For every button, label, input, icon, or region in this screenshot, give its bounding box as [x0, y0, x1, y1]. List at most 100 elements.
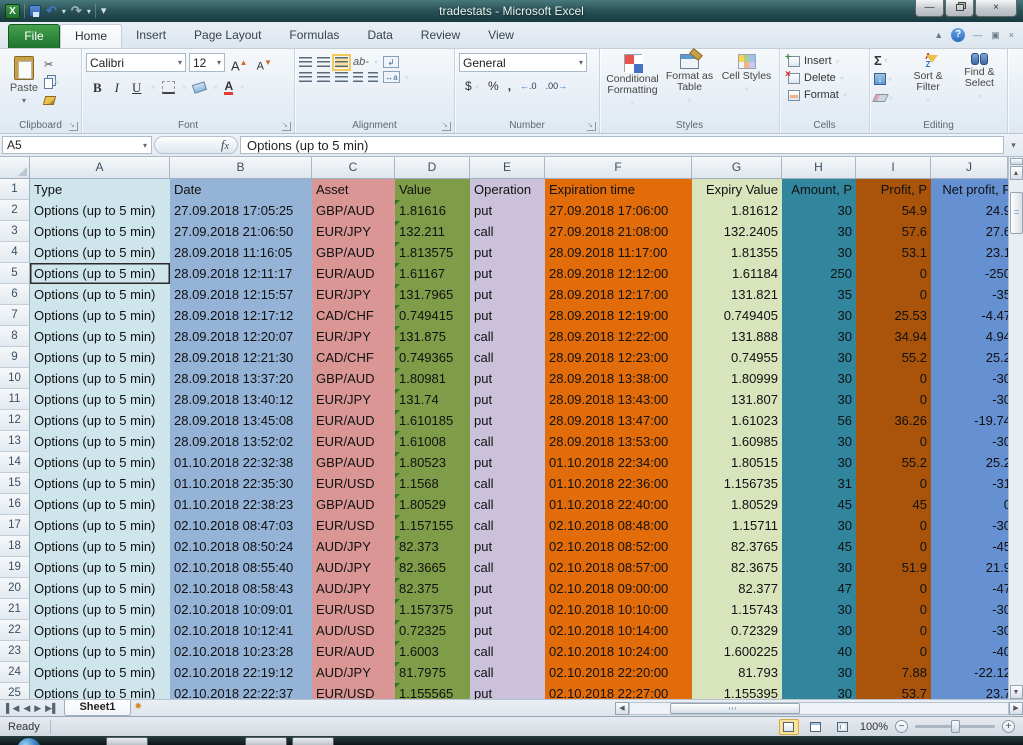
cell-I22[interactable]: 0	[856, 620, 931, 641]
cell-E16[interactable]: call	[470, 494, 545, 515]
cell-E19[interactable]: call	[470, 557, 545, 578]
first-sheet-icon[interactable]: ▌◀	[6, 703, 19, 714]
merge-center-icon[interactable]: ↔a	[383, 71, 400, 83]
cell-E10[interactable]: put	[470, 368, 545, 389]
cell-H10[interactable]: 30	[782, 368, 856, 389]
format-painter-button[interactable]	[42, 93, 59, 107]
accounting-format-button[interactable]: $ ▾	[465, 79, 479, 93]
tab-file[interactable]: File	[8, 24, 60, 48]
cell-D22[interactable]: 0.72325	[395, 620, 470, 641]
cell-J2[interactable]: 24.9	[931, 200, 1008, 221]
cell-E25[interactable]: put	[470, 683, 545, 699]
cell-F24[interactable]: 02.10.2018 22:20:00	[545, 662, 692, 683]
cell-H7[interactable]: 30	[782, 305, 856, 326]
cell-E15[interactable]: call	[470, 473, 545, 494]
font-dialog-launcher[interactable]: ↘	[282, 122, 291, 131]
cell-G9[interactable]: 0.74955	[692, 347, 782, 368]
cell-J12[interactable]: -19.74	[931, 410, 1008, 431]
cell-E24[interactable]: call	[470, 662, 545, 683]
cell-E12[interactable]: put	[470, 410, 545, 431]
fill-color-dropdown-icon[interactable]: ▾	[213, 83, 217, 92]
row-header-20[interactable]: 20	[0, 578, 30, 599]
cell-E1[interactable]: Operation	[470, 179, 545, 200]
cell-A25[interactable]: Options (up to 5 min)	[30, 683, 170, 699]
cell-F21[interactable]: 02.10.2018 10:10:00	[545, 599, 692, 620]
cell-A16[interactable]: Options (up to 5 min)	[30, 494, 170, 515]
cell-C20[interactable]: AUD/JPY	[312, 578, 395, 599]
cell-H24[interactable]: 30	[782, 662, 856, 683]
cell-G20[interactable]: 82.377	[692, 578, 782, 599]
row-header-14[interactable]: 14	[0, 452, 30, 473]
cell-F19[interactable]: 02.10.2018 08:57:00	[545, 557, 692, 578]
cell-G4[interactable]: 1.81355	[692, 242, 782, 263]
workbook-restore-icon[interactable]: ▣	[991, 30, 1001, 41]
row-header-12[interactable]: 12	[0, 410, 30, 431]
previous-sheet-icon[interactable]: ◀	[23, 703, 30, 714]
row-header-18[interactable]: 18	[0, 536, 30, 557]
format-cells-button[interactable]: Format ▾	[788, 89, 865, 101]
format-as-table-button[interactable]: Format as Table ▾	[661, 54, 718, 117]
cell-G17[interactable]: 1.15711	[692, 515, 782, 536]
cell-B3[interactable]: 27.09.2018 21:06:50	[170, 221, 312, 242]
vertical-scrollbar[interactable]: ▲ ▼	[1008, 157, 1023, 699]
cell-G8[interactable]: 131.888	[692, 326, 782, 347]
cell-G25[interactable]: 1.155395	[692, 683, 782, 699]
comma-style-button[interactable]: ,	[508, 79, 511, 93]
wrap-text-icon[interactable]: ↲	[382, 56, 399, 68]
cell-I15[interactable]: 0	[856, 473, 931, 494]
cell-F7[interactable]: 28.09.2018 12:19:00	[545, 305, 692, 326]
cell-J19[interactable]: 21.9	[931, 557, 1008, 578]
row-header-5[interactable]: 5	[0, 263, 30, 284]
cell-A10[interactable]: Options (up to 5 min)	[30, 368, 170, 389]
cell-C3[interactable]: EUR/JPY	[312, 221, 395, 242]
cell-B1[interactable]: Date	[170, 179, 312, 200]
row-header-1[interactable]: 1	[0, 179, 30, 200]
cell-F4[interactable]: 28.09.2018 11:17:00	[545, 242, 692, 263]
shrink-font-button[interactable]: A▼	[254, 53, 275, 73]
name-box[interactable]: A5 ▾	[2, 136, 152, 154]
cell-F25[interactable]: 02.10.2018 22:27:00	[545, 683, 692, 699]
column-header-A[interactable]: A	[30, 157, 170, 178]
cell-C12[interactable]: EUR/AUD	[312, 410, 395, 431]
clipboard-dialog-launcher[interactable]: ↘	[69, 122, 78, 131]
borders-dropdown-icon[interactable]: ▾	[182, 83, 186, 92]
help-icon[interactable]: ?	[951, 28, 966, 42]
cell-A3[interactable]: Options (up to 5 min)	[30, 221, 170, 242]
cell-F16[interactable]: 01.10.2018 22:40:00	[545, 494, 692, 515]
cell-F22[interactable]: 02.10.2018 10:14:00	[545, 620, 692, 641]
cell-J14[interactable]: 25.2	[931, 452, 1008, 473]
cell-C19[interactable]: AUD/JPY	[312, 557, 395, 578]
cell-G15[interactable]: 1.156735	[692, 473, 782, 494]
cell-I7[interactable]: 25.53	[856, 305, 931, 326]
cell-I24[interactable]: 7.88	[856, 662, 931, 683]
borders-icon[interactable]	[162, 81, 176, 94]
merge-dropdown-icon[interactable]: ▾	[405, 73, 409, 82]
sort-filter-button[interactable]: AZ Sort & Filter ▾	[904, 53, 951, 117]
cell-A20[interactable]: Options (up to 5 min)	[30, 578, 170, 599]
autosum-button[interactable]: Σ ▾	[874, 53, 900, 68]
scroll-left-icon[interactable]: ◀	[615, 701, 629, 715]
row-header-13[interactable]: 13	[0, 431, 30, 452]
cell-G7[interactable]: 0.749405	[692, 305, 782, 326]
tab-page-layout[interactable]: Page Layout	[180, 24, 275, 48]
cell-G19[interactable]: 82.3675	[692, 557, 782, 578]
find-select-button[interactable]: Find & Select ▾	[956, 53, 1003, 117]
insert-worksheet-button[interactable]	[131, 700, 151, 716]
taskbar-window-button[interactable]	[292, 737, 334, 745]
row-header-17[interactable]: 17	[0, 515, 30, 536]
cell-B4[interactable]: 28.09.2018 11:16:05	[170, 242, 312, 263]
cell-I5[interactable]: 0	[856, 263, 931, 284]
cell-E11[interactable]: put	[470, 389, 545, 410]
cell-F17[interactable]: 02.10.2018 08:48:00	[545, 515, 692, 536]
cell-A11[interactable]: Options (up to 5 min)	[30, 389, 170, 410]
cell-I21[interactable]: 0	[856, 599, 931, 620]
cell-B13[interactable]: 28.09.2018 13:52:02	[170, 431, 312, 452]
cell-B14[interactable]: 01.10.2018 22:32:38	[170, 452, 312, 473]
cell-E7[interactable]: put	[470, 305, 545, 326]
cell-A1[interactable]: Type	[30, 179, 170, 200]
cell-E5[interactable]: put	[470, 263, 545, 284]
cell-C23[interactable]: EUR/AUD	[312, 641, 395, 662]
cell-F23[interactable]: 02.10.2018 10:24:00	[545, 641, 692, 662]
cell-J6[interactable]: -35	[931, 284, 1008, 305]
cell-I6[interactable]: 0	[856, 284, 931, 305]
